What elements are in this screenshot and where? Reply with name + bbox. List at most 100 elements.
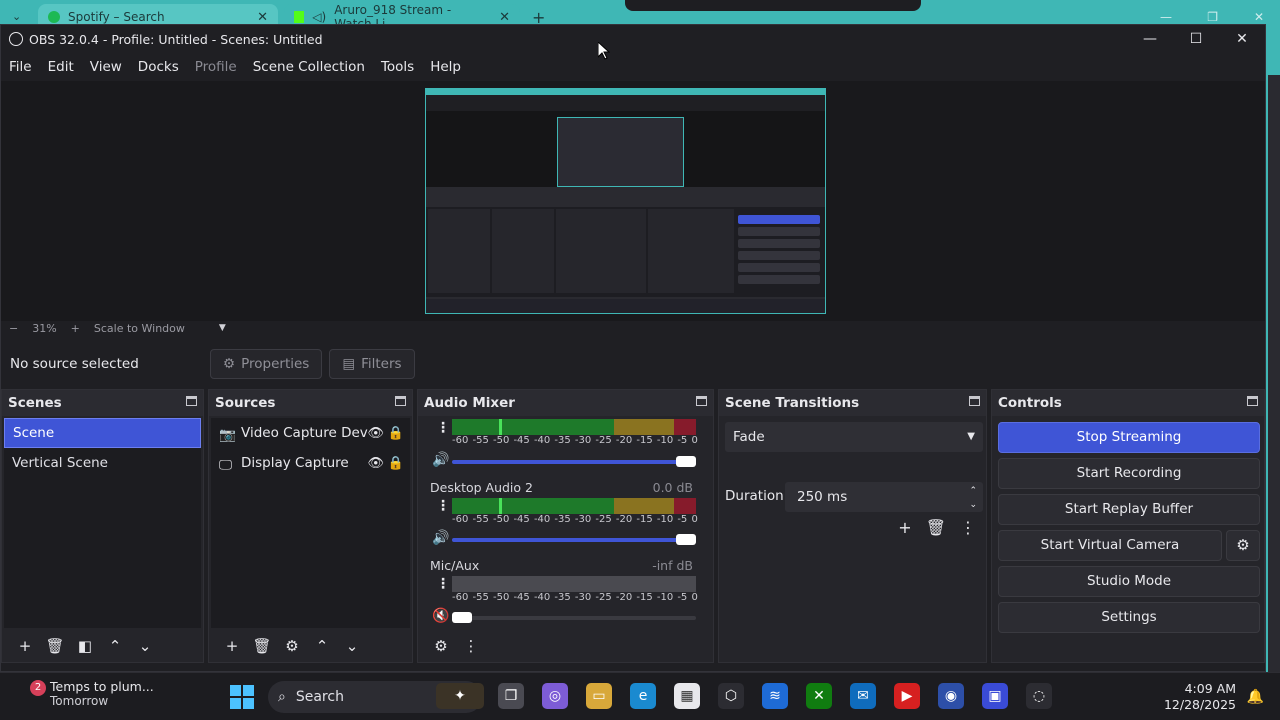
- source-item[interactable]: 🖵 Display Capture 👁 🔒: [211, 448, 410, 478]
- system-clock[interactable]: 4:09 AM 12/28/2025: [1164, 681, 1236, 713]
- chevron-down-icon[interactable]: ▼: [219, 323, 226, 333]
- preview-canvas[interactable]: [425, 88, 826, 314]
- preview-area[interactable]: [1, 81, 1265, 321]
- minimize-button[interactable]: —: [1127, 25, 1173, 53]
- browser-close-icon[interactable]: ✕: [1254, 10, 1264, 24]
- start-recording-button[interactable]: Start Recording: [998, 458, 1260, 489]
- outlook-icon[interactable]: ✉: [850, 683, 876, 709]
- tab-list-dropdown-icon[interactable]: ⌄: [12, 10, 21, 23]
- advanced-audio-icon[interactable]: ⚙: [426, 637, 456, 655]
- youtube-icon[interactable]: ▶: [894, 683, 920, 709]
- transition-type-select[interactable]: Fade ▼: [725, 422, 983, 452]
- app-icon[interactable]: ▣: [982, 683, 1008, 709]
- browser-restore-icon[interactable]: ❐: [1207, 10, 1218, 24]
- menu-file[interactable]: File: [9, 59, 32, 75]
- scene-item[interactable]: Vertical Scene: [4, 448, 201, 478]
- task-view-icon[interactable]: ❐: [498, 683, 524, 709]
- trash-icon[interactable]: 🗑: [926, 518, 946, 537]
- gear-icon[interactable]: ⚙: [277, 637, 307, 655]
- store-icon[interactable]: ▦: [674, 683, 700, 709]
- tick-label: -20: [615, 514, 633, 525]
- app-icon[interactable]: ⬡: [718, 683, 744, 709]
- more-options-icon[interactable]: ⋮: [436, 498, 450, 514]
- undock-icon[interactable]: [1247, 396, 1258, 406]
- obs-taskbar-icon[interactable]: ◌: [1026, 683, 1052, 709]
- volume-slider-knob[interactable]: [676, 456, 696, 467]
- menu-docks[interactable]: Docks: [138, 59, 179, 75]
- menu-view[interactable]: View: [90, 59, 122, 75]
- obs-titlebar[interactable]: OBS 32.0.4 - Profile: Untitled - Scenes:…: [1, 25, 1265, 53]
- volume-slider[interactable]: [452, 616, 696, 620]
- weather-widget[interactable]: Temps to plum... Tomorrow: [50, 679, 154, 708]
- scene-item[interactable]: Scene: [4, 418, 201, 448]
- muted-speaker-icon[interactable]: 🔇: [432, 608, 449, 624]
- file-explorer-icon[interactable]: ▭: [586, 683, 612, 709]
- menu-help[interactable]: Help: [430, 59, 461, 75]
- notification-icon[interactable]: 🔔: [1247, 689, 1264, 705]
- more-options-icon[interactable]: ⋮: [436, 576, 450, 592]
- filter-icon[interactable]: ◧: [70, 637, 100, 655]
- menu-edit[interactable]: Edit: [48, 59, 74, 75]
- trash-icon[interactable]: 🗑: [247, 637, 277, 655]
- network-app-icon[interactable]: ◉: [938, 683, 964, 709]
- add-icon[interactable]: +: [898, 518, 911, 537]
- add-icon[interactable]: +: [10, 637, 40, 655]
- volume-slider[interactable]: [452, 460, 696, 464]
- browser-address-bar[interactable]: [625, 0, 921, 11]
- duration-input[interactable]: 250 ms ⌃ ⌄: [785, 482, 983, 512]
- decrement-icon[interactable]: ⌄: [969, 490, 977, 520]
- maximize-button[interactable]: ☐: [1173, 25, 1219, 53]
- menu-tools[interactable]: Tools: [381, 59, 414, 75]
- lock-icon[interactable]: 🔒: [388, 456, 404, 471]
- properties-button[interactable]: ⚙ Properties: [210, 349, 323, 379]
- xbox-icon[interactable]: ✕: [806, 683, 832, 709]
- settings-button[interactable]: Settings: [998, 602, 1260, 633]
- browser-minimize-icon[interactable]: —: [1160, 10, 1172, 24]
- close-tab-icon[interactable]: ✕: [499, 10, 510, 25]
- chevron-down-icon[interactable]: ⌄: [337, 637, 367, 655]
- tick-label: -60: [452, 514, 469, 525]
- close-tab-icon[interactable]: ✕: [257, 10, 268, 25]
- zoom-in-button[interactable]: +: [71, 322, 80, 335]
- volume-icon[interactable]: 🔊: [432, 530, 449, 546]
- undock-icon[interactable]: [696, 396, 707, 406]
- stop-streaming-button[interactable]: Stop Streaming: [998, 422, 1260, 453]
- tick-label: -50: [492, 592, 510, 603]
- eye-icon[interactable]: 👁: [367, 426, 384, 441]
- lock-icon[interactable]: 🔒: [388, 426, 404, 441]
- more-options-icon[interactable]: ⋮: [456, 637, 486, 655]
- undock-icon[interactable]: [969, 396, 980, 406]
- virtual-camera-settings-button[interactable]: ⚙: [1226, 530, 1260, 561]
- more-options-icon[interactable]: ⋮: [960, 518, 976, 537]
- undock-icon[interactable]: [395, 396, 406, 406]
- start-virtual-camera-button[interactable]: Start Virtual Camera: [998, 530, 1222, 561]
- menu-profile[interactable]: Profile: [195, 59, 237, 75]
- windows-start-icon[interactable]: [230, 685, 254, 709]
- studio-mode-button[interactable]: Studio Mode: [998, 566, 1260, 597]
- close-button[interactable]: ✕: [1219, 25, 1265, 53]
- filters-button[interactable]: ▤ Filters: [329, 349, 415, 379]
- channel-db: 0.0 dB: [652, 480, 693, 495]
- add-icon[interactable]: +: [217, 637, 247, 655]
- more-options-icon[interactable]: ⋮: [436, 420, 450, 436]
- chevron-up-icon[interactable]: ⌃: [100, 637, 130, 655]
- scene-label: Scene: [13, 425, 55, 441]
- source-item[interactable]: 📷 Video Capture Dev 👁 🔒: [211, 418, 410, 448]
- zoom-out-button[interactable]: −: [9, 322, 18, 335]
- start-replay-buffer-button[interactable]: Start Replay Buffer: [998, 494, 1260, 525]
- trash-icon[interactable]: 🗑: [40, 637, 70, 655]
- eye-icon[interactable]: 👁: [367, 456, 384, 471]
- chevron-down-icon[interactable]: ⌄: [130, 637, 160, 655]
- volume-slider[interactable]: [452, 538, 696, 542]
- chevron-up-icon[interactable]: ⌃: [307, 637, 337, 655]
- edge-icon[interactable]: e: [630, 683, 656, 709]
- volume-slider-knob[interactable]: [452, 612, 472, 623]
- volume-icon[interactable]: 🔊: [432, 452, 449, 468]
- search-highlight-icon[interactable]: ✦: [436, 683, 484, 709]
- visual-studio-icon[interactable]: ≋: [762, 683, 788, 709]
- scale-mode-select[interactable]: Scale to Window: [94, 322, 185, 335]
- copilot-icon[interactable]: ◎: [542, 683, 568, 709]
- undock-icon[interactable]: [186, 396, 197, 406]
- volume-slider-knob[interactable]: [676, 534, 696, 545]
- menu-scene-collection[interactable]: Scene Collection: [253, 59, 365, 75]
